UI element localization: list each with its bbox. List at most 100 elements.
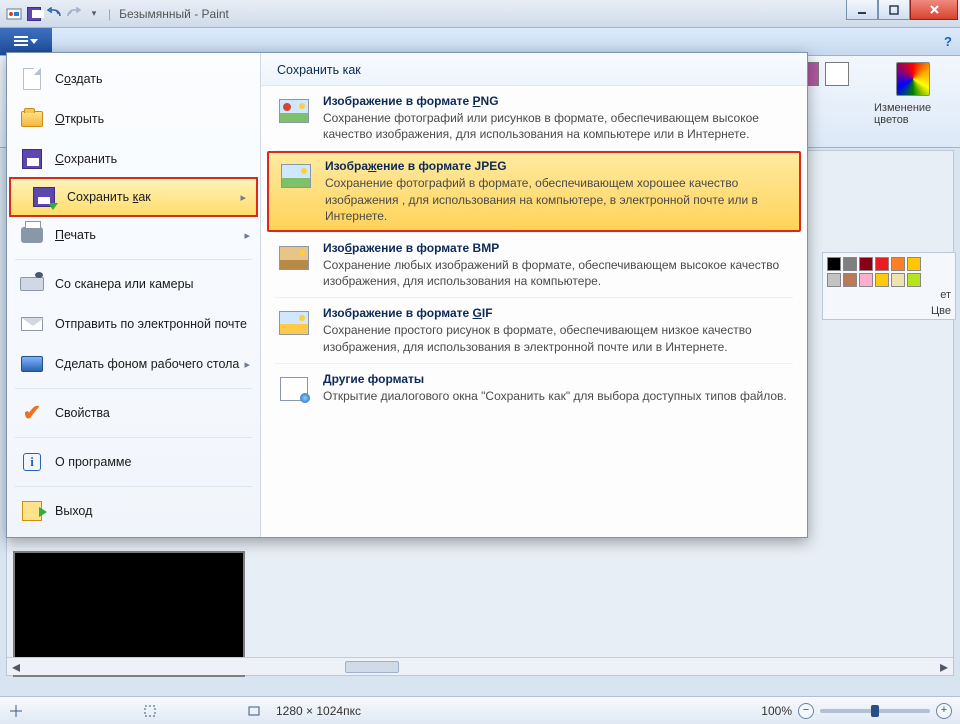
minimize-button[interactable] xyxy=(846,0,878,20)
help-button[interactable]: ? xyxy=(936,28,960,55)
scan-icon xyxy=(19,272,45,296)
zoom-value: 100% xyxy=(761,704,792,718)
close-button[interactable] xyxy=(910,0,958,20)
qat-undo-icon[interactable] xyxy=(46,6,62,22)
menu-item-label: Сохранить xyxy=(55,152,117,166)
saveas-option-png[interactable]: Изображение в формате PNG Сохранение фото… xyxy=(261,86,807,150)
desktop-icon xyxy=(19,352,45,376)
exit-icon xyxy=(19,499,45,523)
window-title: Безымянный - Paint xyxy=(119,7,229,21)
menu-item-label: Сделать фоном рабочего стола xyxy=(55,357,239,371)
menu-item-label: Свойства xyxy=(55,406,110,420)
edit-colors-label: Изменение цветов xyxy=(874,102,952,126)
saveas-option-gif[interactable]: Изображение в формате GIF Сохранение прос… xyxy=(261,298,807,362)
saveas-option-desc: Сохранение фотографий или рисунков в фор… xyxy=(323,110,791,142)
ribbon-edit-colors[interactable]: Изменение цветов xyxy=(874,56,952,147)
zoom-out-button[interactable]: − xyxy=(798,703,814,719)
menu-item-about[interactable]: i О программе xyxy=(7,442,260,482)
menu-item-new[interactable]: Создать xyxy=(7,59,260,99)
menu-item-print[interactable]: Печать xyxy=(7,215,260,255)
menu-item-label: Сохранить как xyxy=(67,190,151,204)
saveas-option-other[interactable]: Другие форматы Открытие диалогового окна … xyxy=(261,364,807,414)
menu-item-label: Создать xyxy=(55,72,103,86)
color-swatch[interactable] xyxy=(875,257,889,271)
props-icon: ✔ xyxy=(19,401,45,425)
app-menu-right: Сохранить как Изображение в формате PNG С… xyxy=(261,53,807,537)
color-swatch[interactable] xyxy=(859,257,873,271)
application-menu-button[interactable] xyxy=(0,28,52,55)
canvas-size-icon xyxy=(246,703,262,719)
saveas-option-desc: Открытие диалогового окна "Сохранить как… xyxy=(323,388,791,404)
mail-icon xyxy=(19,312,45,336)
color-swatch[interactable] xyxy=(827,257,841,271)
color-swatch[interactable] xyxy=(843,257,857,271)
saveas-option-title: Изображение в формате GIF xyxy=(323,306,791,320)
menu-item-label: Отправить по электронной почте xyxy=(55,317,247,331)
scroll-right-icon[interactable]: ▸ xyxy=(935,658,953,676)
color-swatch[interactable] xyxy=(859,273,873,287)
saveas-icon xyxy=(31,185,57,209)
scrollbar-thumb[interactable] xyxy=(345,661,399,673)
color-swatch[interactable] xyxy=(875,273,889,287)
menu-item-mail[interactable]: Отправить по электронной почте xyxy=(7,304,260,344)
color-swatch[interactable] xyxy=(827,273,841,287)
color-swatch[interactable] xyxy=(907,273,921,287)
quick-access-toolbar: ▾ xyxy=(0,6,108,22)
other-format-icon xyxy=(277,372,311,406)
menu-icon xyxy=(14,36,28,48)
open-icon xyxy=(19,107,45,131)
palette-label: Цве xyxy=(827,305,951,317)
qat-customize-icon[interactable]: ▾ xyxy=(86,6,102,22)
palette-et: ет xyxy=(940,289,951,301)
canvas-dimensions: 1280 × 1024пкс xyxy=(276,704,361,718)
png-format-icon xyxy=(277,94,311,128)
qat-redo-icon[interactable] xyxy=(66,6,82,22)
horizontal-scrollbar[interactable]: ◂ ▸ xyxy=(7,657,953,675)
rainbow-icon xyxy=(896,62,930,96)
color-swatch[interactable] xyxy=(907,257,921,271)
zoom-slider[interactable] xyxy=(820,709,930,713)
new-icon xyxy=(19,67,45,91)
menu-item-desktop[interactable]: Сделать фоном рабочего стола xyxy=(7,344,260,384)
color-swatch[interactable] xyxy=(891,273,905,287)
status-bar: 1280 × 1024пкс 100% − + xyxy=(0,696,960,724)
zoom-in-button[interactable]: + xyxy=(936,703,952,719)
application-menu: Создать Открыть Сохранить Сохранить как Печа… xyxy=(6,52,808,538)
bmp-format-icon xyxy=(277,241,311,275)
submenu-title: Сохранить как xyxy=(261,53,807,86)
saveas-option-title: Изображение в формате JPEG xyxy=(325,159,789,173)
qat-save-icon[interactable] xyxy=(26,6,42,22)
menu-item-saveas[interactable]: Сохранить как xyxy=(9,177,258,217)
about-icon: i xyxy=(19,450,45,474)
zoom-control: 100% − + xyxy=(761,703,952,719)
jpeg-format-icon xyxy=(279,159,313,193)
menu-item-open[interactable]: Открыть xyxy=(7,99,260,139)
title-bar: ▾ | Безымянный - Paint xyxy=(0,0,960,28)
menu-item-exit[interactable]: Выход xyxy=(7,491,260,531)
gif-format-icon xyxy=(277,306,311,340)
color-swatch[interactable] xyxy=(843,273,857,287)
cursor-position-icon xyxy=(8,703,24,719)
saveas-option-title: Другие форматы xyxy=(323,372,791,386)
saveas-option-desc: Сохранение простого рисунок в формате, о… xyxy=(323,322,791,354)
saveas-option-bmp[interactable]: Изображение в формате BMPСохранение любы… xyxy=(261,233,807,297)
color-palette: ет Цве xyxy=(822,252,956,320)
menu-item-save[interactable]: Сохранить xyxy=(7,139,260,179)
menu-item-label: Выход xyxy=(55,504,92,518)
save-icon xyxy=(19,147,45,171)
menu-item-label: Со сканера или камеры xyxy=(55,277,194,291)
menu-item-label: О программе xyxy=(55,455,131,469)
menu-item-props[interactable]: ✔ Свойства xyxy=(7,393,260,433)
app-icon xyxy=(6,6,22,22)
saveas-option-title: Изображение в формате PNG xyxy=(323,94,791,108)
saveas-option-jpeg[interactable]: Изображение в формате JPEGСохранение фот… xyxy=(267,151,801,232)
scroll-left-icon[interactable]: ◂ xyxy=(7,658,25,676)
color-swatch[interactable] xyxy=(891,257,905,271)
menu-item-label: Открыть xyxy=(55,112,104,126)
color2-swatch[interactable] xyxy=(825,62,849,86)
maximize-button[interactable] xyxy=(878,0,910,20)
app-menu-left: Создать Открыть Сохранить Сохранить как Печа… xyxy=(7,53,261,537)
menu-item-scan[interactable]: Со сканера или камеры xyxy=(7,264,260,304)
saveas-option-title: Изображение в формате BMP xyxy=(323,241,791,255)
window-controls xyxy=(846,0,958,20)
